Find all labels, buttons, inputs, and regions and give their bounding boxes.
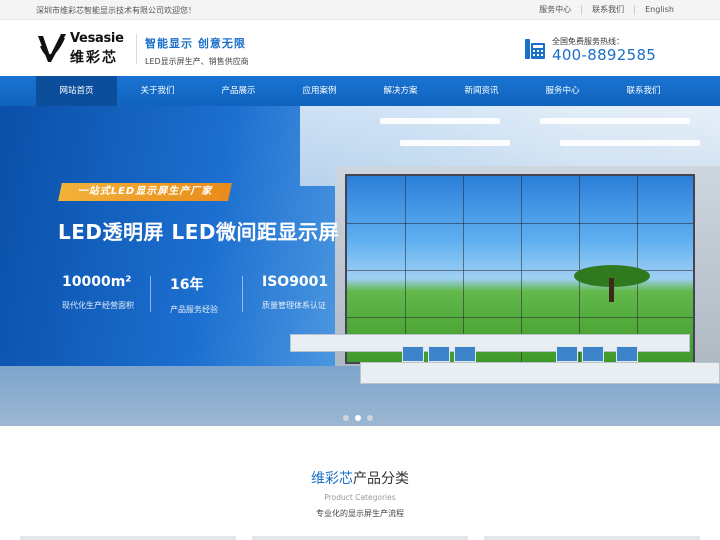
top-link-english[interactable]: English <box>634 5 684 15</box>
ceiling-light <box>380 118 500 124</box>
ceiling-light <box>560 140 700 146</box>
stat-label: 质量管理体系认证 <box>262 301 326 310</box>
hero-banner[interactable]: 一站式LED显示屏生产厂家 LED透明屏 LED微间距显示屏 10000m² 现… <box>0 106 720 426</box>
logo-text-en: Vesasie <box>70 31 124 46</box>
stat-label: 现代化生产经营面积 <box>62 301 134 310</box>
banner-stats: 10000m² 现代化生产经营面积 16年 产品服务经验 ISO9001 质量管… <box>58 274 348 314</box>
stat-value: ISO9001 <box>262 274 329 290</box>
logo-v-icon <box>38 34 66 62</box>
hotline: 全国免费服务热线： 400-8892585 <box>524 36 684 66</box>
banner-badge-text: 一站式LED显示屏生产厂家 <box>77 186 213 197</box>
top-link-contact[interactable]: 联系我们 <box>581 5 634 15</box>
monitor <box>616 346 638 362</box>
top-link-service[interactable]: 服务中心 <box>529 5 581 15</box>
ceiling-light <box>400 140 510 146</box>
top-bar: 深圳市维彩芯智能显示技术有限公司欢迎您！ 服务中心 联系我们 English <box>0 0 720 20</box>
product-categories-section: 维彩芯产品分类 Product Categories 专业化的显示屏生产流程 <box>0 426 720 540</box>
banner-headline: LED透明屏 LED微间距显示屏 <box>58 220 339 244</box>
banner-badge: 一站式LED显示屏生产厂家 <box>58 183 232 201</box>
nav-item-home[interactable]: 网站首页 <box>36 76 117 106</box>
slider-dot[interactable] <box>367 415 373 421</box>
category-card[interactable] <box>20 536 236 540</box>
tree-icon <box>574 265 650 302</box>
section-title-rest: 产品分类 <box>353 471 409 487</box>
nav-item-products[interactable]: 产品展示 <box>198 76 279 106</box>
monitor <box>402 346 424 362</box>
site-header: Vesasie 维彩芯 智能显示 创意无限 LED显示屏生产、销售供应商 全国免… <box>0 20 720 76</box>
slider-dot-active[interactable] <box>355 415 361 421</box>
slogan-main: 智能显示 创意无限 <box>145 37 246 50</box>
nav-item-solutions[interactable]: 解决方案 <box>360 76 441 106</box>
section-subtitle: 专业化的显示屏生产流程 <box>316 509 404 518</box>
category-cards-peek <box>20 536 700 540</box>
header-divider <box>136 34 137 64</box>
category-card[interactable] <box>484 536 700 540</box>
slider-dots <box>343 415 379 421</box>
stat-item: ISO9001 质量管理体系认证 <box>262 274 358 311</box>
section-title: 维彩芯产品分类 <box>0 468 720 488</box>
desk-row <box>360 362 720 384</box>
nav-item-news[interactable]: 新闻资讯 <box>441 76 522 106</box>
stat-value: 16年 <box>170 277 204 293</box>
monitor <box>454 346 476 362</box>
nav-item-contact[interactable]: 联系我们 <box>603 76 684 106</box>
nav-item-service[interactable]: 服务中心 <box>522 76 603 106</box>
slogan-sub: LED显示屏生产、销售供应商 <box>145 57 249 66</box>
stat-value: 10000m² <box>62 274 132 290</box>
stat-label: 产品服务经验 <box>170 305 218 314</box>
hotline-number: 400-8892585 <box>552 46 657 64</box>
section-title-en: Product Categories <box>324 493 396 502</box>
stat-divider <box>150 276 151 312</box>
category-card[interactable] <box>252 536 468 540</box>
stat-item: 16年 产品服务经验 <box>170 274 266 315</box>
nav-item-about[interactable]: 关于我们 <box>117 76 198 106</box>
top-links: 服务中心 联系我们 English <box>529 5 684 15</box>
slider-dot[interactable] <box>343 415 349 421</box>
monitor <box>428 346 450 362</box>
telephone-icon <box>525 39 545 59</box>
section-title-highlight: 维彩芯 <box>311 471 353 487</box>
nav-item-cases[interactable]: 应用案例 <box>279 76 360 106</box>
logo-text-cn: 维彩芯 <box>70 50 118 66</box>
main-nav: 网站首页 关于我们 产品展示 应用案例 解决方案 新闻资讯 服务中心 联系我们 <box>0 76 720 106</box>
welcome-text: 深圳市维彩芯智能显示技术有限公司欢迎您！ <box>36 6 196 15</box>
monitor <box>556 346 578 362</box>
monitor <box>582 346 604 362</box>
header-slogan: 智能显示 创意无限 LED显示屏生产、销售供应商 <box>145 35 249 67</box>
stat-item: 10000m² 现代化生产经营面积 <box>62 274 158 311</box>
stat-divider <box>242 276 243 312</box>
ceiling-light <box>540 118 690 124</box>
site-logo[interactable]: Vesasie 维彩芯 <box>36 30 126 68</box>
